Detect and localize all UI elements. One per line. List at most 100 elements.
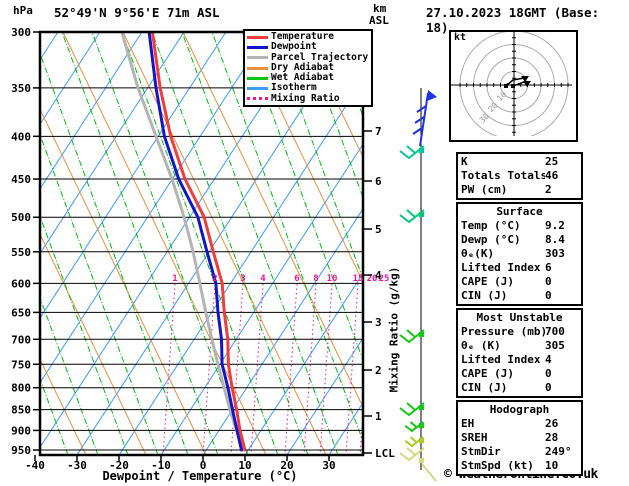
sounding-chart-page: 3003504004505005506006507007508008509009… <box>0 0 629 486</box>
stats-row-value: 4 <box>545 353 578 367</box>
pressure-tick-label: 450 <box>11 173 31 186</box>
stats-row-label: Lifted Index <box>461 353 545 367</box>
stats-row-value: 0 <box>545 289 578 303</box>
stats-panel: Most UnstablePressure (mb)700θₑ (K)305Li… <box>456 308 583 398</box>
stats-row: PW (cm)2 <box>461 183 578 197</box>
temp-tick-label: -40 <box>25 459 45 472</box>
stats-row: EH26 <box>461 417 578 431</box>
pressure-tick-label: 400 <box>11 130 31 143</box>
mixing-ratio-label: 6 <box>294 274 299 284</box>
stats-row-value: 8.4 <box>545 233 578 247</box>
legend-item-label: Mixing Ratio <box>271 94 340 104</box>
wind-barb-flag-icon <box>413 90 437 146</box>
stats-row-value: 9.2 <box>545 219 578 233</box>
pressure-tick-label: 750 <box>11 358 31 371</box>
pressure-tick-label: 900 <box>11 424 31 437</box>
altitude-axis-unit-asl: ASL <box>369 14 389 27</box>
km-tick-label: 1 <box>375 410 382 423</box>
stats-row: SREH28 <box>461 431 578 445</box>
mixing-ratio-line <box>285 284 297 455</box>
mixing-ratio-label: 15 <box>353 274 364 284</box>
hodograph-square-marker <box>511 84 515 88</box>
stats-panel: K25Totals Totals46PW (cm)2 <box>456 152 583 200</box>
hodograph-ring-label: 10 <box>495 90 508 103</box>
stats-row-value: 2 <box>545 183 578 197</box>
stats-row: CIN (J)0 <box>461 289 578 303</box>
pressure-tick-label: 500 <box>11 211 31 224</box>
mixing-ratio-labels: 12346810152025 <box>172 274 389 284</box>
stats-row: θₑ(K)303 <box>461 247 578 261</box>
pressure-tick-label: 350 <box>11 82 31 95</box>
stats-row-value: 0 <box>545 275 578 289</box>
wind-level-marker <box>419 405 424 410</box>
wind-level-marker <box>419 423 424 428</box>
stats-row: CAPE (J)0 <box>461 275 578 289</box>
stats-row-value: 10 <box>545 459 578 473</box>
hodograph-plot: 102030 <box>451 32 572 136</box>
stats-row-label: θₑ(K) <box>461 247 545 261</box>
stats-row: StmSpd (kt)10 <box>461 459 578 473</box>
legend-swatch-solid <box>247 77 268 80</box>
hodograph-unit-label: kt <box>454 32 466 43</box>
legend-swatch-solid <box>247 56 268 59</box>
pressure-tick-label: 700 <box>11 333 31 346</box>
pressure-axis-unit: hPa <box>13 4 33 17</box>
stats-row-label: Temp (°C) <box>461 219 545 233</box>
mixing-ratio-line <box>346 284 358 455</box>
stats-row-label: PW (cm) <box>461 183 545 197</box>
stats-row: Lifted Index6 <box>461 261 578 275</box>
hodograph-triangle-marker <box>523 81 531 87</box>
stats-row-label: Pressure (mb) <box>461 325 545 339</box>
hodograph-ring-label: 30 <box>478 112 491 125</box>
wind-level-marker <box>419 458 424 463</box>
legend-swatch-dotted <box>247 97 268 100</box>
page-title: 52°49'N 9°56'E 71m ASL <box>54 5 220 20</box>
stats-row: K25 <box>461 155 578 169</box>
legend-swatch-solid <box>247 36 268 39</box>
hodograph-ring-label: 20 <box>486 101 499 114</box>
stats-row-value: 0 <box>545 381 578 395</box>
stats-panel: HodographEH26SREH28StmDir249°StmSpd (kt)… <box>456 400 583 476</box>
stats-row: Pressure (mb)700 <box>461 325 578 339</box>
stats-row-value: 6 <box>545 261 578 275</box>
stats-row-value: 28 <box>545 431 578 445</box>
wind-barb-icon <box>422 464 436 481</box>
stats-row-value: 305 <box>545 339 578 353</box>
legend-swatch-solid <box>247 67 268 70</box>
mixing-ratio-label: 8 <box>313 274 318 284</box>
stats-row-value: 46 <box>545 169 578 183</box>
pressure-tick-label: 650 <box>11 306 31 319</box>
stats-row: StmDir249° <box>461 445 578 459</box>
stats-row-label: CIN (J) <box>461 381 545 395</box>
stats-row-label: SREH <box>461 431 545 445</box>
wet-adiabat-line <box>0 32 8 455</box>
pressure-tick-label: 300 <box>11 26 31 39</box>
hodograph-panel: kt 102030 <box>449 30 578 142</box>
stats-row-value: 700 <box>545 325 578 339</box>
stats-row-label: K <box>461 155 545 169</box>
wind-level-marker <box>419 438 424 443</box>
stats-panel-title: Hodograph <box>461 403 578 417</box>
stats-row-label: CAPE (J) <box>461 367 545 381</box>
stats-row-label: θₑ (K) <box>461 339 545 353</box>
wind-barb-column <box>400 88 437 481</box>
stats-row: Dewp (°C)8.4 <box>461 233 578 247</box>
km-tick-label: 3 <box>375 316 382 329</box>
stats-row: Lifted Index4 <box>461 353 578 367</box>
legend-swatch-solid <box>247 46 268 49</box>
pressure-tick-label: 850 <box>11 404 31 417</box>
pressure-tick-label: 950 <box>11 444 31 457</box>
stats-panels: K25Totals Totals46PW (cm)2 SurfaceTemp (°… <box>456 152 583 478</box>
stats-row-label: Lifted Index <box>461 261 545 275</box>
mixing-ratio-label: 3 <box>240 274 245 284</box>
x-axis-title: Dewpoint / Temperature (°C) <box>60 469 340 483</box>
stats-panel-title: Most Unstable <box>461 311 578 325</box>
mixing-ratio-label: 2 <box>212 274 217 284</box>
wind-level-marker <box>419 148 424 153</box>
stats-panel-title: Surface <box>461 205 578 219</box>
wind-level-marker <box>419 212 424 217</box>
stats-row-label: Dewp (°C) <box>461 233 545 247</box>
legend-swatch-solid <box>247 87 268 90</box>
mixing-ratio-axis-label: Mixing Ratio (g/kg) <box>388 255 401 405</box>
km-tick-label: 5 <box>375 223 382 236</box>
